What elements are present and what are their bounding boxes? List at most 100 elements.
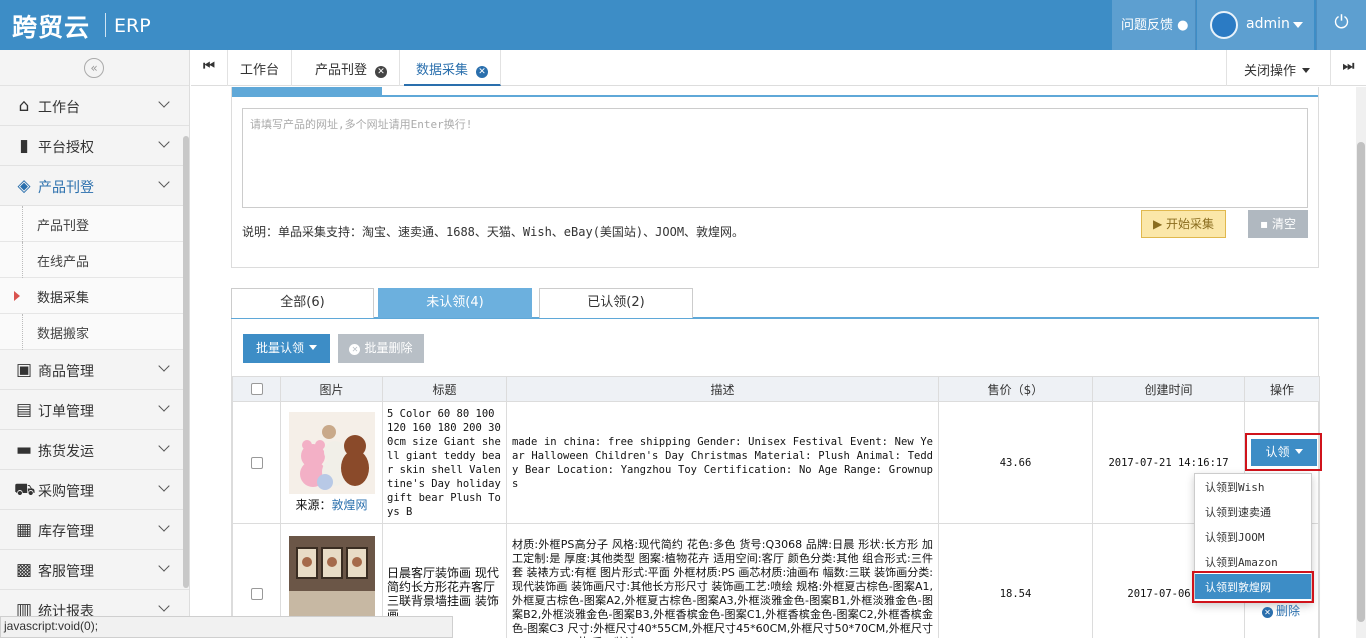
batch-claim-label: 批量认领	[255, 341, 304, 355]
skip-forward-icon: ⏭	[1342, 59, 1355, 74]
content-scrollbar[interactable]	[1356, 87, 1366, 638]
table-row: 来源：敦煌网 5 Color 60 80 100 120 160 180 200…	[232, 401, 1320, 524]
sidebar: « ⌂ 工作台 ▮ 平台授权 ◈ 产品刊登 产品刊登 在线产品 数据采集 数据搬…	[0, 50, 190, 638]
row-checkbox[interactable]	[250, 456, 263, 469]
collect-mode-tab-active[interactable]	[232, 87, 382, 96]
product-image-teddy[interactable]	[288, 412, 375, 494]
table-header-row: 图片 标题 描述 售价（$） 创建时间 操作	[232, 376, 1320, 402]
tab-product-listing[interactable]: 产品刊登 ✕	[303, 50, 401, 86]
sidebar-item-service[interactable]: ▩ 客服管理	[0, 550, 189, 590]
source-label: 来源：	[295, 498, 332, 512]
tab-label: 数据采集	[416, 63, 469, 78]
tab-claimed[interactable]: 已认领(2)	[539, 288, 693, 318]
start-collect-button[interactable]: ▶ 开始采集	[1141, 210, 1226, 238]
tab-all[interactable]: 全部(6)	[231, 288, 374, 318]
claim-to-aliexpress[interactable]: 认领到速卖通	[1195, 499, 1311, 524]
sidebar-subitem-data-collect[interactable]: 数据采集	[0, 278, 189, 314]
tab-next-button[interactable]: ⏭	[1330, 50, 1366, 86]
close-icon[interactable]: ✕	[476, 66, 489, 78]
chevron-down-icon	[158, 136, 170, 148]
chevron-down-icon	[1302, 68, 1311, 73]
column-header: 创建时间	[1092, 376, 1245, 402]
product-desc: made in china: free shipping Gender: Uni…	[506, 401, 939, 524]
sidebar-item-workbench[interactable]: ⌂ 工作台	[0, 86, 189, 126]
avatar	[1210, 11, 1238, 39]
sidebar-subitem-label: 数据搬家	[37, 327, 90, 342]
inbox-icon: ▦	[15, 520, 33, 540]
tab-label: 产品刊登	[315, 63, 368, 78]
column-header: 售价（$）	[938, 376, 1093, 402]
tab-unclaimed[interactable]: 未认领(4)	[378, 288, 532, 318]
tab-bar: ⏮ 工作台 产品刊登 ✕ 数据采集 ✕ 关闭操作 ⏭	[191, 50, 1366, 86]
start-collect-label: 开始采集	[1166, 217, 1215, 231]
feedback-label: 问题反馈	[1121, 18, 1174, 33]
row-checkbox[interactable]	[250, 587, 263, 600]
sidebar-subitem-listing[interactable]: 产品刊登	[0, 206, 189, 242]
cart-icon: ⛟	[14, 480, 36, 500]
main-content: 请填写产品的网址,多个网址请用Enter换行! 说明：单品采集支持：淘宝、速卖通…	[191, 87, 1366, 638]
sidebar-item-goods[interactable]: ▣ 商品管理	[0, 350, 189, 390]
product-image-painting[interactable]	[288, 535, 375, 618]
username: admin	[1246, 16, 1290, 32]
close-operations-button[interactable]: 关闭操作	[1226, 50, 1320, 86]
chevron-down-icon	[158, 520, 170, 532]
chevron-down-icon	[158, 480, 170, 492]
sidebar-item-purchase[interactable]: ⛟ 采购管理	[0, 470, 189, 510]
trash-icon: ▪	[1260, 217, 1269, 231]
chevron-down-icon	[158, 176, 170, 188]
sidebar-item-orders[interactable]: ▤ 订单管理	[0, 390, 189, 430]
tab-workbench[interactable]: 工作台	[227, 50, 293, 86]
sidebar-item-inventory[interactable]: ▦ 库存管理	[0, 510, 189, 550]
sidebar-subitem-label: 数据采集	[37, 291, 90, 306]
source-info: 来源：敦煌网	[281, 496, 382, 513]
sidebar-item-label: 订单管理	[38, 404, 94, 420]
scrollbar-thumb[interactable]	[1357, 142, 1365, 622]
collect-mode-tabs	[232, 87, 1318, 97]
chevron-down-icon	[1293, 22, 1303, 28]
sidebar-scrollbar[interactable]	[183, 136, 189, 588]
chevron-down-icon	[158, 600, 170, 612]
collapse-icon[interactable]: «	[84, 58, 104, 78]
sidebar-item-label: 库存管理	[38, 524, 94, 540]
claim-to-wish[interactable]: 认领到Wish	[1195, 474, 1311, 499]
sidebar-subitem-label: 产品刊登	[37, 219, 90, 234]
delete-link[interactable]: ✕ 删除	[1262, 602, 1300, 619]
list-panel: 批量认领 ✕ 批量删除 图片 标题 描述 售价（$） 创建时间 操作 来源：敦煌…	[231, 319, 1320, 638]
close-ops-label: 关闭操作	[1244, 64, 1297, 79]
url-textarea[interactable]: 请填写产品的网址,多个网址请用Enter换行!	[242, 108, 1308, 208]
claim-button[interactable]: 认领	[1251, 439, 1317, 466]
product-price: 43.66	[938, 401, 1093, 524]
power-button[interactable]: ⏻	[1316, 0, 1366, 50]
truck-icon: ▬	[15, 440, 33, 460]
sidebar-item-picking[interactable]: ▬ 拣货发运	[0, 430, 189, 470]
close-icon[interactable]: ✕	[375, 66, 388, 78]
cube-icon: ◈	[17, 176, 31, 196]
close-circle-icon: ✕	[349, 344, 361, 355]
file-icon: ▤	[15, 400, 33, 420]
clear-button[interactable]: ▪ 清空	[1248, 210, 1308, 238]
tab-prev-button[interactable]: ⏮	[191, 50, 227, 86]
sidebar-collapse: «	[0, 50, 189, 86]
briefcase-icon: ▩	[15, 560, 33, 580]
chat-icon: ●	[1177, 18, 1189, 33]
claim-to-joom[interactable]: 认领到JOOM	[1195, 524, 1311, 549]
column-header: 描述	[506, 376, 939, 402]
bookmark-icon: ▮	[19, 136, 29, 156]
feedback-button[interactable]: 问题反馈 ●	[1112, 0, 1196, 50]
batch-delete-label: 批量删除	[364, 341, 413, 355]
logo-erp: ERP	[114, 15, 151, 37]
user-menu[interactable]: admin	[1197, 0, 1314, 50]
skip-back-icon: ⏮	[203, 59, 215, 74]
sidebar-item-platform-auth[interactable]: ▮ 平台授权	[0, 126, 189, 166]
batch-claim-button[interactable]: 批量认领	[243, 334, 330, 363]
chevron-down-icon	[158, 360, 170, 372]
close-circle-icon: ✕	[1262, 607, 1273, 618]
source-link[interactable]: 敦煌网	[332, 498, 368, 512]
sidebar-subitem-online-products[interactable]: 在线产品	[0, 242, 189, 278]
tab-data-collect[interactable]: 数据采集 ✕	[404, 50, 502, 86]
batch-delete-button[interactable]: ✕ 批量删除	[338, 334, 424, 363]
select-all-checkbox[interactable]	[250, 383, 263, 395]
sidebar-subitem-data-migrate[interactable]: 数据搬家	[0, 314, 189, 350]
sidebar-item-product-listing[interactable]: ◈ 产品刊登	[0, 166, 189, 206]
claim-label: 认领	[1265, 445, 1290, 459]
